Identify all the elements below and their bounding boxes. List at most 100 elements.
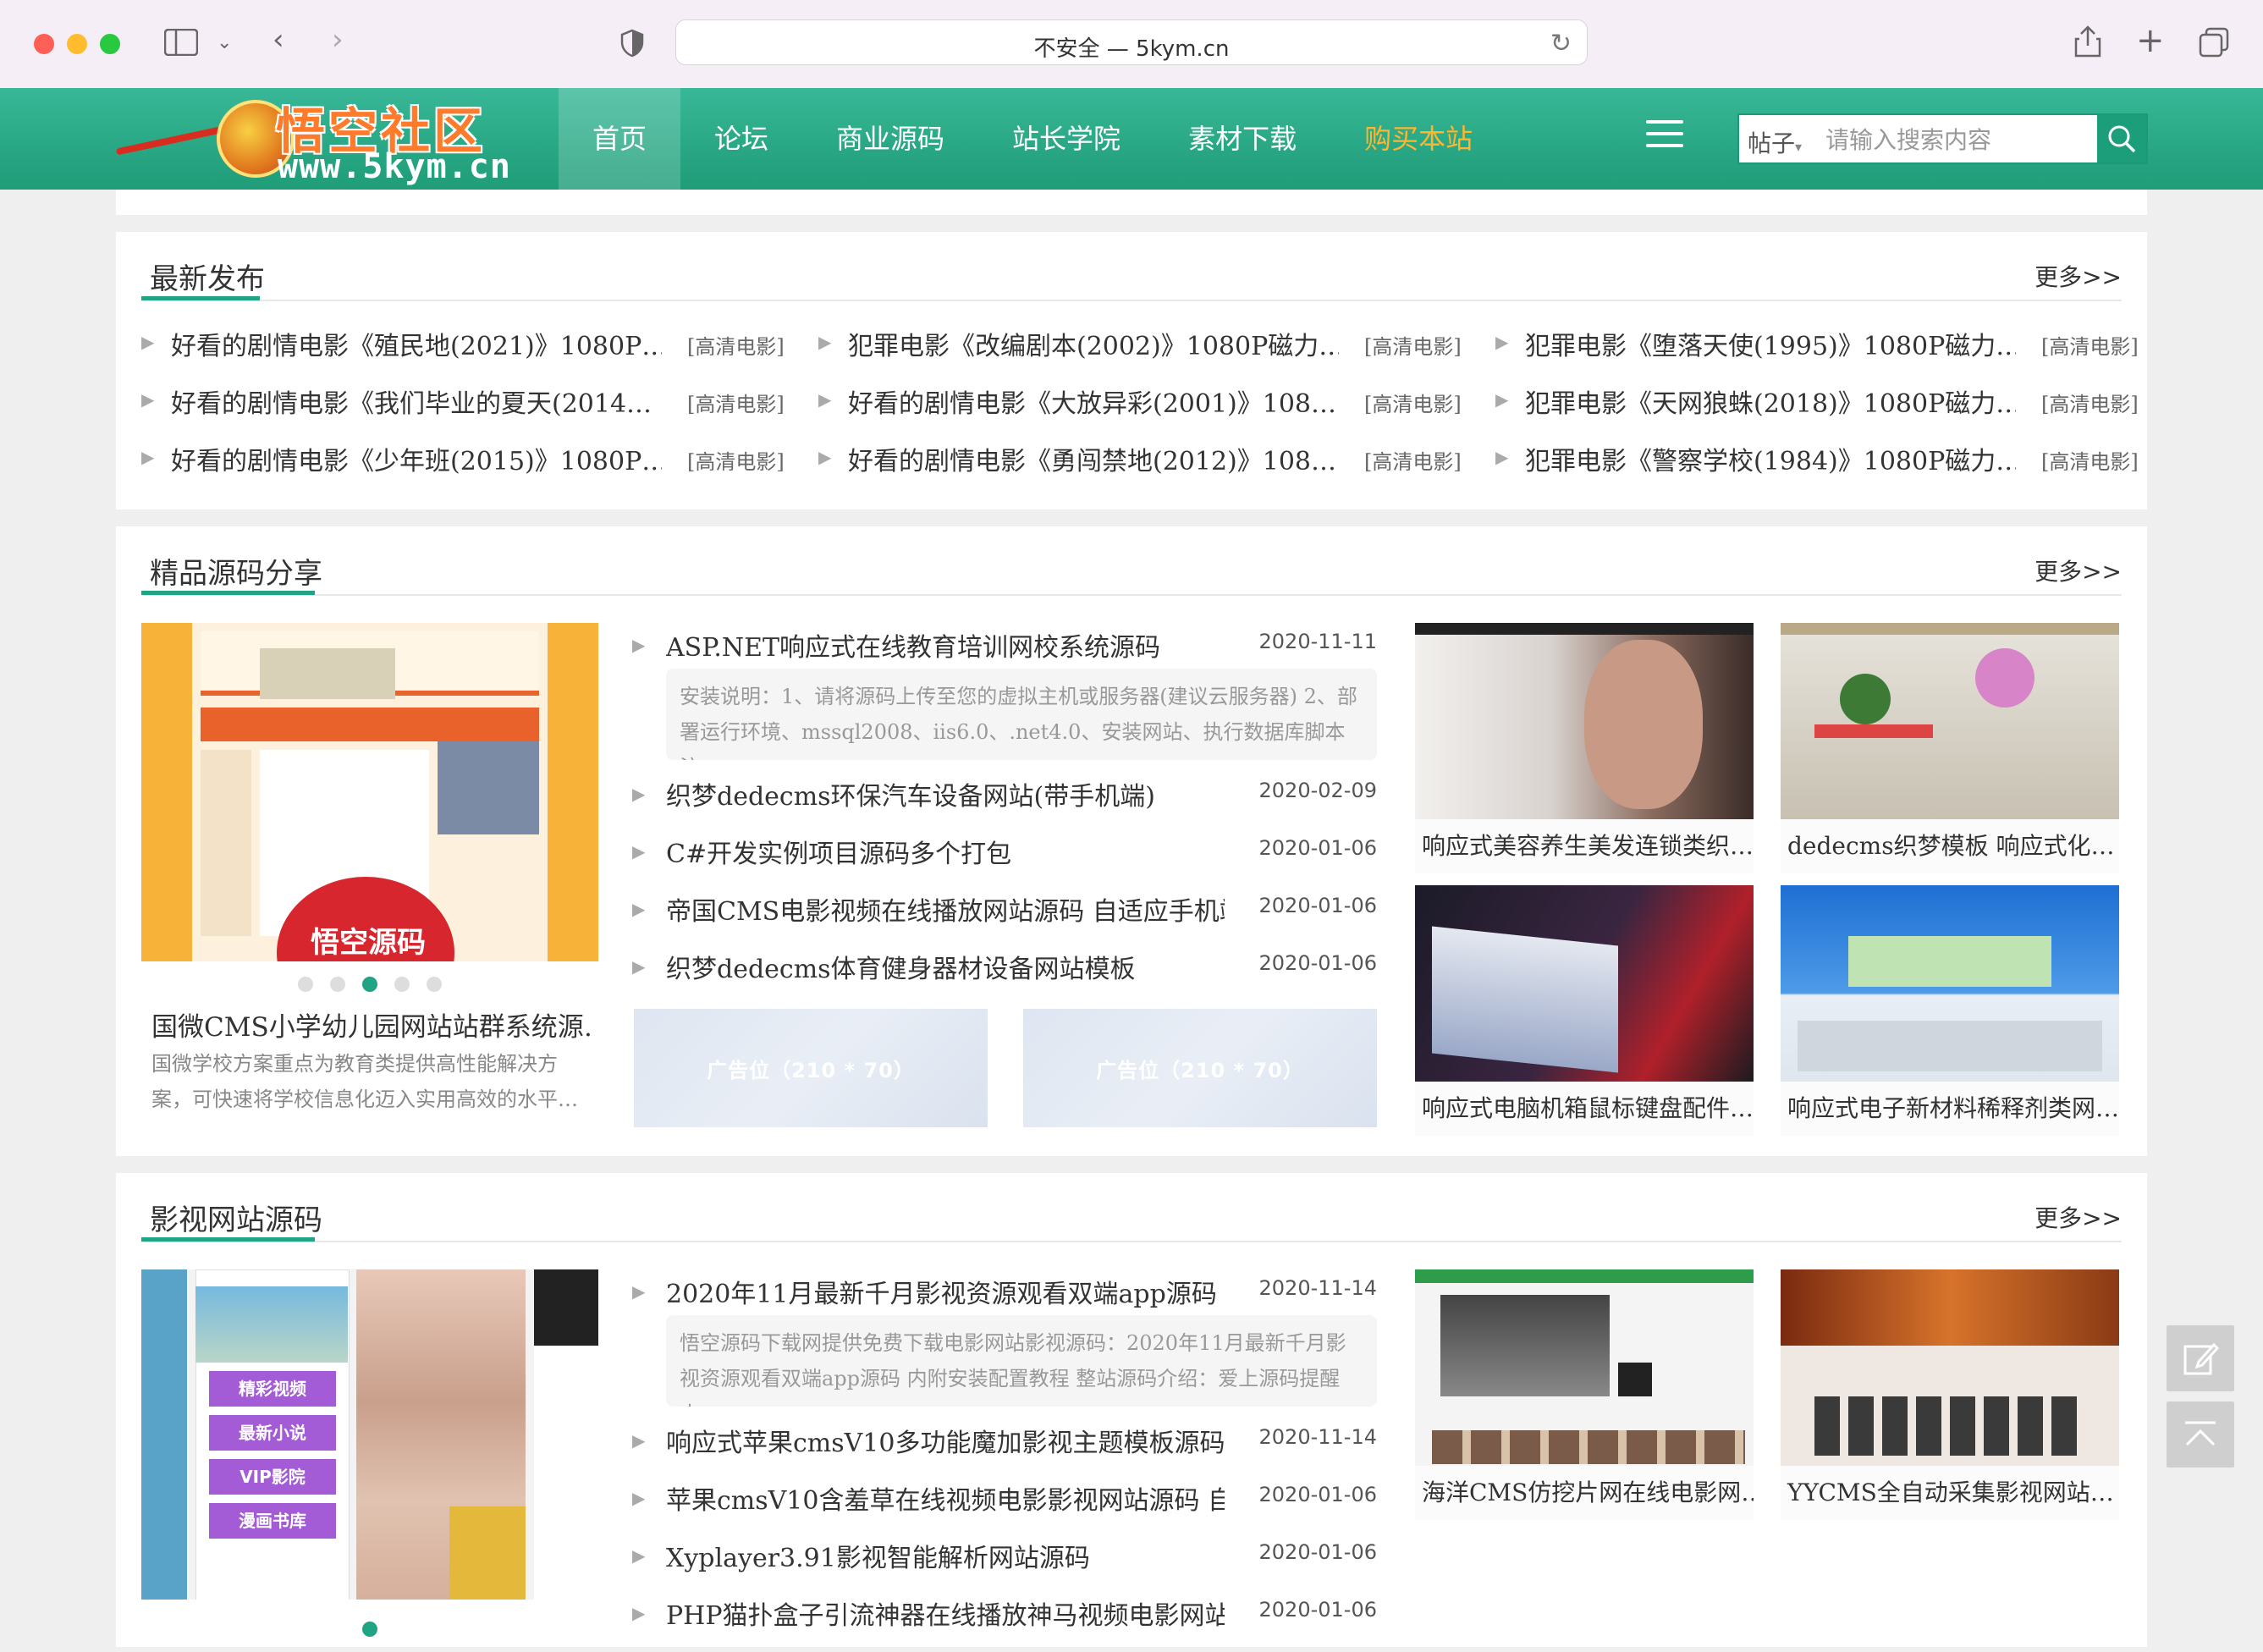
slider-dot-active[interactable]: [362, 977, 377, 992]
nav-material-download[interactable]: 素材下载: [1154, 88, 1330, 190]
nav-forum[interactable]: 论坛: [680, 88, 802, 190]
thumb-title[interactable]: 响应式美容养生美发连锁类织…: [1415, 819, 1754, 873]
thumb-card[interactable]: 海洋CMS仿挖片网在线电影网…: [1415, 1269, 1754, 1520]
thumb-card[interactable]: 响应式电子新材料稀释剂类网…: [1781, 885, 2119, 1136]
news-title[interactable]: 好看的剧情电影《大放异彩(2001)》108…: [848, 383, 1339, 420]
thumb-title[interactable]: 响应式电子新材料稀释剂类网…: [1781, 1082, 2119, 1136]
minimize-window-button[interactable]: [67, 34, 87, 54]
list-item[interactable]: ▶ 织梦dedecms环保汽车设备网站(带手机端) 2020-02-09: [632, 775, 1377, 833]
news-title[interactable]: 好看的剧情电影《我们毕业的夏天(2014…: [171, 383, 662, 420]
tab-overview-icon[interactable]: [2199, 27, 2229, 63]
item-title[interactable]: PHP猫扑盒子引流神器在线播放神马视频电影网站…: [666, 1594, 1225, 1632]
item-title[interactable]: 响应式苹果cmsV10多功能魔加影视主题模板源码…: [666, 1422, 1225, 1459]
close-window-button[interactable]: [34, 34, 54, 54]
news-category[interactable]: [高清电影]: [687, 388, 785, 417]
list-item[interactable]: ▶ C#开发实例项目源码多个打包 2020-01-06: [632, 833, 1377, 890]
slide-title[interactable]: 国微CMS小学幼儿园网站站群系统源…: [151, 1005, 592, 1044]
list-item[interactable]: ▶ 好看的剧情电影《大放异彩(2001)》108… [高清电影]: [818, 383, 1462, 440]
item-title[interactable]: 织梦dedecms体育健身器材设备网站模板: [666, 948, 1225, 985]
list-item[interactable]: ▶ 苹果cmsV10含羞草在线视频电影影视网站源码 自… 2020-01-06: [632, 1479, 1377, 1537]
news-category[interactable]: [高清电影]: [2041, 388, 2139, 417]
latest-more-link[interactable]: 更多>>: [2034, 259, 2122, 293]
video-slider[interactable]: 精彩视频 最新小说 VIP影院 漫画书库: [141, 1269, 598, 1647]
news-title[interactable]: 犯罪电影《天网狼蛛(2018)》1080P磁力…: [1525, 383, 2016, 420]
slider-dot[interactable]: [298, 977, 313, 992]
news-category[interactable]: [高清电影]: [1364, 330, 1462, 360]
nav-buy-site[interactable]: 购买本站: [1330, 88, 1506, 190]
list-item[interactable]: ▶ 帝国CMS电影视频在线播放网站源码 自适应手机端 2020-01-06: [632, 890, 1377, 948]
post-edit-button[interactable]: [2167, 1325, 2234, 1391]
news-title[interactable]: 犯罪电影《警察学校(1984)》1080P磁力…: [1525, 440, 2016, 477]
thumb-image[interactable]: [1781, 623, 2119, 819]
news-title[interactable]: 好看的剧情电影《殖民地(2021)》1080P…: [171, 325, 662, 362]
list-item[interactable]: ▶ PHP猫扑盒子引流神器在线播放神马视频电影网站… 2020-01-06: [632, 1594, 1377, 1652]
slide-image[interactable]: 悟空源码: [141, 623, 598, 961]
item-title[interactable]: Xyplayer3.91影视智能解析网站源码: [666, 1537, 1225, 1574]
video-more-link[interactable]: 更多>>: [2034, 1200, 2122, 1234]
thumb-card[interactable]: 响应式美容养生美发连锁类织…: [1415, 623, 1754, 873]
news-category[interactable]: [高清电影]: [687, 445, 785, 475]
news-title[interactable]: 犯罪电影《堕落天使(1995)》1080P磁力…: [1525, 325, 2016, 362]
sidebar-toggle-icon[interactable]: [163, 28, 199, 61]
forward-icon[interactable]: ›: [332, 25, 344, 54]
list-item[interactable]: ▶ 犯罪电影《堕落天使(1995)》1080P磁力… [高清电影]: [1495, 325, 2139, 383]
item-title[interactable]: 2020年11月最新千月影视资源观看双端app源码 …: [666, 1273, 1225, 1310]
thumb-card[interactable]: dedecms织梦模板 响应式化…: [1781, 623, 2119, 873]
nav-home[interactable]: 首页: [559, 88, 681, 190]
back-icon[interactable]: ‹: [273, 25, 284, 54]
news-category[interactable]: [高清电影]: [687, 330, 785, 360]
search-input[interactable]: [1824, 122, 2098, 157]
thumb-card[interactable]: 响应式电脑机箱鼠标键盘配件…: [1415, 885, 1754, 1136]
ad-slot-2[interactable]: 广告位（210 * 70）: [1023, 1009, 1377, 1127]
news-category[interactable]: [高清电影]: [1364, 388, 1462, 417]
thumb-image[interactable]: [1415, 885, 1754, 1082]
nav-business-source[interactable]: 商业源码: [802, 88, 978, 190]
news-title[interactable]: 犯罪电影《改编剧本(2002)》1080P磁力…: [848, 325, 1339, 362]
item-title[interactable]: 帝国CMS电影视频在线播放网站源码 自适应手机端: [666, 890, 1225, 928]
list-item[interactable]: ▶ 犯罪电影《天网狼蛛(2018)》1080P磁力… [高清电影]: [1495, 383, 2139, 440]
address-bar[interactable]: 不安全 — 5kym.cn ↻: [675, 19, 1588, 65]
source-more-link[interactable]: 更多>>: [2034, 553, 2122, 587]
news-title[interactable]: 好看的剧情电影《少年班(2015)》1080P…: [171, 440, 662, 477]
list-item[interactable]: ▶ 好看的剧情电影《勇闯禁地(2012)》108… [高清电影]: [818, 440, 1462, 498]
list-item[interactable]: ▶ 犯罪电影《改编剧本(2002)》1080P磁力… [高清电影]: [818, 325, 1462, 383]
new-tab-icon[interactable]: +: [2136, 24, 2165, 58]
slide-image[interactable]: 精彩视频 最新小说 VIP影院 漫画书库: [141, 1269, 598, 1600]
slider-dot-active[interactable]: [362, 1622, 377, 1637]
thumb-image[interactable]: [1781, 1269, 2119, 1466]
thumb-card[interactable]: YYCMS全自动采集影视网站…: [1781, 1269, 2119, 1520]
list-item[interactable]: ▶ 犯罪电影《警察学校(1984)》1080P磁力… [高清电影]: [1495, 440, 2139, 498]
slider-dot[interactable]: [330, 977, 345, 992]
menu-icon[interactable]: [1646, 120, 1683, 154]
item-title[interactable]: ASP.NET响应式在线教育培训网校系统源码: [666, 626, 1225, 664]
search-button[interactable]: [2097, 115, 2146, 162]
item-title[interactable]: 织梦dedecms环保汽车设备网站(带手机端): [666, 775, 1225, 812]
list-item[interactable]: ▶ 好看的剧情电影《殖民地(2021)》1080P… [高清电影]: [141, 325, 785, 383]
thumb-title[interactable]: YYCMS全自动采集影视网站…: [1781, 1466, 2119, 1520]
list-item[interactable]: ▶ 织梦dedecms体育健身器材设备网站模板 2020-01-06: [632, 948, 1377, 1005]
ad-slot-1[interactable]: 广告位（210 * 70）: [634, 1009, 988, 1127]
news-category[interactable]: [高清电影]: [1364, 445, 1462, 475]
news-category[interactable]: [高清电影]: [2041, 330, 2139, 360]
thumb-title[interactable]: 海洋CMS仿挖片网在线电影网…: [1415, 1466, 1754, 1520]
thumb-title[interactable]: 响应式电脑机箱鼠标键盘配件…: [1415, 1082, 1754, 1136]
slider-dot[interactable]: [394, 977, 410, 992]
list-item[interactable]: ▶ 响应式苹果cmsV10多功能魔加影视主题模板源码… 2020-11-14: [632, 1422, 1377, 1479]
news-title[interactable]: 好看的剧情电影《勇闯禁地(2012)》108…: [848, 440, 1339, 477]
slider-dot[interactable]: [427, 977, 442, 992]
zoom-window-button[interactable]: [100, 34, 120, 54]
thumb-image[interactable]: [1415, 623, 1754, 819]
news-category[interactable]: [高清电影]: [2041, 445, 2139, 475]
thumb-image[interactable]: [1415, 1269, 1754, 1466]
list-item[interactable]: ▶ 好看的剧情电影《我们毕业的夏天(2014… [高清电影]: [141, 383, 785, 440]
share-icon[interactable]: [2073, 25, 2102, 63]
reload-icon[interactable]: ↻: [1550, 29, 1572, 58]
chevron-down-icon[interactable]: ⌄: [217, 34, 232, 52]
list-item[interactable]: ▶ Xyplayer3.91影视智能解析网站源码 2020-01-06: [632, 1537, 1377, 1594]
back-to-top-button[interactable]: [2167, 1401, 2234, 1468]
thumb-title[interactable]: dedecms织梦模板 响应式化…: [1781, 819, 2119, 873]
thumb-image[interactable]: [1781, 885, 2119, 1082]
source-slider[interactable]: 悟空源码 国微CMS小学幼儿园网站站群系统源… 国微学校方案重点为教育类提供高性…: [141, 623, 598, 1131]
list-item[interactable]: ▶ 好看的剧情电影《少年班(2015)》1080P… [高清电影]: [141, 440, 785, 498]
privacy-shield-icon[interactable]: [619, 29, 645, 63]
